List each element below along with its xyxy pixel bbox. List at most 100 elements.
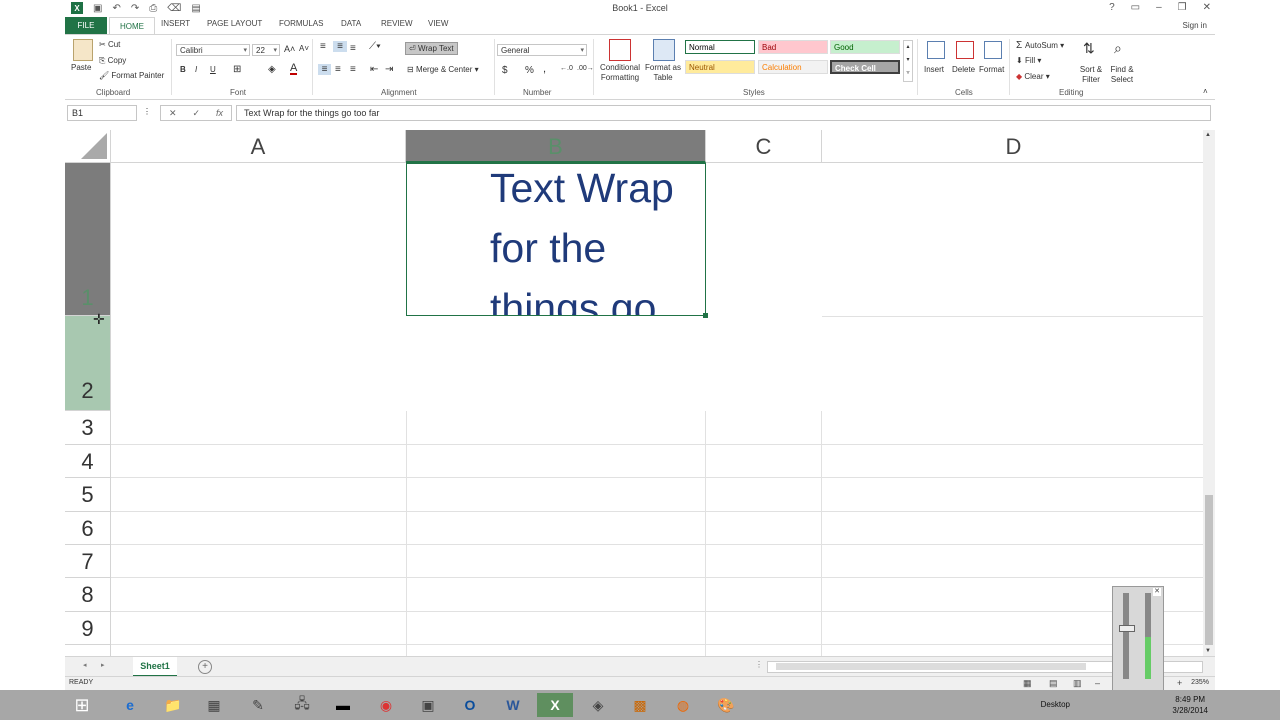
font-color-icon[interactable]: A xyxy=(290,63,298,75)
tab-file[interactable]: FILE xyxy=(65,17,107,34)
restore-icon[interactable]: ❐ xyxy=(1178,2,1187,13)
tab-data[interactable]: DATA xyxy=(341,19,361,28)
enter-icon[interactable]: ✓ xyxy=(192,108,200,119)
network-icon[interactable]: 🖧 xyxy=(284,693,320,717)
column-header-c[interactable]: C xyxy=(706,130,822,163)
page-break-view-icon[interactable]: ▥ xyxy=(1073,678,1082,689)
name-box[interactable]: B1 xyxy=(67,105,137,121)
middle-align-icon[interactable]: ≡ xyxy=(333,41,347,52)
remote-desktop-icon[interactable]: ▣ xyxy=(410,693,446,717)
help-icon[interactable]: ? xyxy=(1109,2,1115,13)
zoom-out-icon[interactable]: – xyxy=(1095,678,1100,688)
fill-handle[interactable] xyxy=(703,313,708,318)
app2-icon[interactable]: ▩ xyxy=(622,693,658,717)
number-format-combo[interactable]: General xyxy=(497,44,587,57)
scroll-up-icon[interactable]: ▲ xyxy=(1205,132,1211,138)
borders-icon[interactable]: ⊞ xyxy=(233,64,241,75)
cell-style-calculation[interactable]: Calculation xyxy=(758,60,828,74)
zoom-level[interactable]: 235% xyxy=(1191,679,1209,686)
sort-filter-button[interactable]: Sort & Filter xyxy=(1077,65,1105,85)
vertical-scrollbar[interactable]: ▲ ▼ xyxy=(1203,130,1215,656)
vertical-scroll-thumb[interactable] xyxy=(1205,495,1213,645)
format-as-table-button[interactable]: Format as Table xyxy=(643,63,683,83)
calculator-icon[interactable]: ▦ xyxy=(196,693,232,717)
row-header-2[interactable]: 2 xyxy=(65,316,111,411)
rec-vol-thumb[interactable] xyxy=(1119,625,1135,632)
word-icon[interactable]: W xyxy=(495,693,531,717)
horizontal-scroll-thumb[interactable] xyxy=(776,663,1086,670)
align-left-icon[interactable]: ≡ xyxy=(318,64,331,75)
tab-insert[interactable]: INSERT xyxy=(161,19,190,28)
row-header-10[interactable] xyxy=(65,645,111,656)
tab-page-layout[interactable]: PAGE LAYOUT xyxy=(207,19,262,28)
wrap-text-button[interactable]: ⏎ Wrap Text xyxy=(405,42,458,55)
prev-sheet-icon[interactable]: ◂ xyxy=(83,661,87,669)
shrink-font-icon[interactable]: A˅ xyxy=(299,44,309,53)
align-center-icon[interactable]: ≡ xyxy=(335,64,341,75)
system-clock[interactable]: 8:49 PM 3/28/2014 xyxy=(1172,694,1208,716)
font-size-combo[interactable]: 22 xyxy=(252,44,280,57)
row-header-1[interactable]: 1 xyxy=(65,163,111,316)
format-button[interactable]: Format xyxy=(979,65,1004,74)
scroll-down-icon[interactable]: ▼ xyxy=(1205,648,1211,654)
row-header-6[interactable]: 6 xyxy=(65,512,111,545)
page-layout-view-icon[interactable]: ▤ xyxy=(1049,678,1058,689)
styles-gallery-scroll[interactable]: ▴ ▾ ▿ xyxy=(903,40,913,82)
close-icon[interactable]: ✕ xyxy=(1153,588,1161,596)
ribbon-display-icon[interactable]: ▭ xyxy=(1131,2,1140,13)
grow-font-icon[interactable]: A˄ xyxy=(284,44,295,54)
add-sheet-icon[interactable]: + xyxy=(198,660,212,674)
delete-button[interactable]: Delete xyxy=(952,65,975,74)
firefox-icon[interactable]: ◍ xyxy=(665,693,701,717)
sign-in-link[interactable]: Sign in xyxy=(1183,21,1207,30)
row-header-3[interactable]: 3 xyxy=(65,411,111,445)
close-icon[interactable]: ✕ xyxy=(1203,2,1211,13)
tab-formulas[interactable]: FORMULAS xyxy=(279,19,323,28)
increase-decimal-icon[interactable]: ←.0 xyxy=(560,65,573,72)
row-header-9[interactable]: 9 xyxy=(65,612,111,645)
top-align-icon[interactable]: ≡ xyxy=(320,41,326,52)
paste-icon[interactable] xyxy=(73,39,93,61)
cut-button[interactable]: ✂ Cut xyxy=(99,40,120,49)
row-header-7[interactable]: 7 xyxy=(65,545,111,578)
cancel-icon[interactable]: ✕ xyxy=(169,108,177,119)
command-prompt-icon[interactable]: ▬ xyxy=(325,693,361,717)
fill-button[interactable]: ⬇ Fill ▾ xyxy=(1016,56,1041,65)
bold-button[interactable]: B xyxy=(180,65,186,74)
excel-taskbar-icon[interactable]: X xyxy=(537,693,573,717)
cell-style-good[interactable]: Good xyxy=(830,40,900,54)
select-all-button[interactable] xyxy=(65,130,111,163)
clear-button[interactable]: ◆ Clear ▾ xyxy=(1016,72,1050,81)
paint-icon[interactable]: 🎨 xyxy=(708,693,744,717)
tab-home[interactable]: HOME xyxy=(109,17,155,34)
autosum-button[interactable]: Σ AutoSum ▾ xyxy=(1016,40,1064,51)
volume-mixer[interactable]: ✕ xyxy=(1112,586,1164,698)
minimize-icon[interactable]: – xyxy=(1156,2,1162,13)
italic-button[interactable]: I xyxy=(195,65,197,74)
zoom-in-icon[interactable]: + xyxy=(1177,678,1182,688)
column-header-a[interactable]: A xyxy=(111,130,406,163)
find-select-button[interactable]: Find & Select xyxy=(1107,65,1137,85)
normal-view-icon[interactable]: ▦ xyxy=(1023,678,1032,689)
percent-button[interactable]: % xyxy=(525,65,534,76)
tab-review[interactable]: REVIEW xyxy=(381,19,413,28)
row-header-8[interactable]: 8 xyxy=(65,578,111,612)
cell-style-neutral[interactable]: Neutral xyxy=(685,60,755,74)
desktop-toolbar[interactable]: Desktop xyxy=(1041,700,1070,709)
font-name-combo[interactable]: Calibri xyxy=(176,44,250,57)
tab-view[interactable]: VIEW xyxy=(428,19,448,28)
sheet-tab-sheet1[interactable]: Sheet1 xyxy=(133,657,177,677)
insert-button[interactable]: Insert xyxy=(924,65,944,74)
decrease-decimal-icon[interactable]: .00→ xyxy=(577,65,594,72)
increase-indent-icon[interactable]: ⇥ xyxy=(385,64,393,75)
cell-b1[interactable]: Text Wrap for the things go too far xyxy=(406,163,706,316)
insert-function-button[interactable]: fx xyxy=(216,108,223,118)
collapse-ribbon-icon[interactable]: ˄ xyxy=(1203,87,1208,96)
currency-button[interactable]: $ xyxy=(502,65,508,76)
column-header-b[interactable]: B xyxy=(406,130,706,163)
row-header-4[interactable]: 4 xyxy=(65,445,111,478)
cell-style-check-cell[interactable]: Check Cell xyxy=(830,60,900,74)
fill-color-icon[interactable]: ◈ xyxy=(268,64,276,75)
cell-style-normal[interactable]: Normal xyxy=(685,40,755,54)
cell-style-bad[interactable]: Bad xyxy=(758,40,828,54)
